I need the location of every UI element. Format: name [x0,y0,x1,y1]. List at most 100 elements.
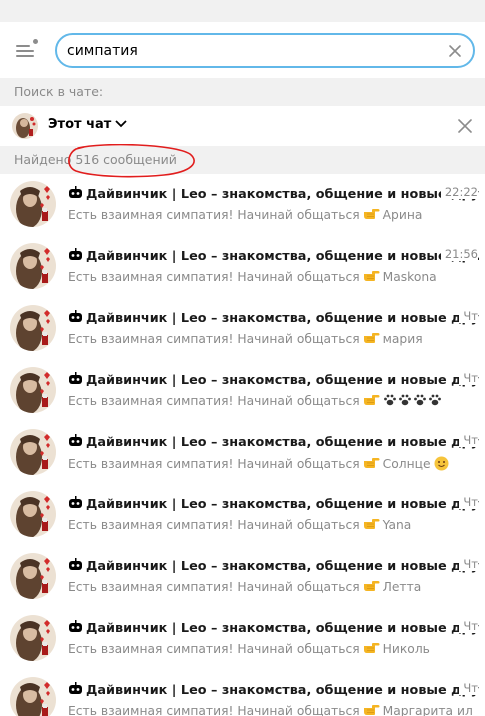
result-time: Чт [459,309,478,323]
result-preview-text: Есть взаимная симпатия! Начинай общаться [68,208,360,222]
result-title-row: Дайвинчик | Leo – знакомства, общение и … [68,369,479,387]
result-time: Чт [459,681,478,695]
result-time: Чт [459,433,478,447]
result-title-row: Дайвинчик | Leo – знакомства, общение и … [68,431,479,449]
result-preview: Есть взаимная симпатия! Начинай общаться… [68,518,473,532]
result-sender: Николь [382,642,430,656]
result-title-row: Дайвинчик | Leo – знакомства, общение и … [68,617,479,635]
pointing-hand-emoji [363,333,380,343]
search-result-item[interactable]: Дайвинчик | Leo – знакомства, общение и … [0,236,485,298]
pointing-hand-emoji [363,705,380,715]
avatar [10,305,56,351]
result-preview-text: Есть взаимная симпатия! Начинай общаться [68,704,360,716]
pointing-hand-emoji [363,519,380,529]
top-strip [0,0,485,22]
result-title: Дайвинчик | Leo – знакомства, общение и … [86,621,479,635]
paw-emoji [398,394,411,406]
avatar [10,553,56,599]
search-box [55,33,475,68]
chat-filter-row: Этот чат [0,106,485,146]
result-time: Чт [459,495,478,509]
avatar [10,181,56,227]
result-title-row: Дайвинчик | Leo – знакомства, общение и … [68,679,479,697]
result-preview-text: Есть взаимная симпатия! Начинай общаться [68,332,360,346]
bot-icon [69,558,82,570]
bot-icon [69,372,82,384]
result-title-row: Дайвинчик | Leo – знакомства, общение и … [68,493,479,511]
found-count: 516 сообщений [75,152,177,167]
avatar [10,367,56,413]
pointing-hand-emoji [363,271,380,281]
result-sender: Летта [382,580,422,594]
bot-icon [69,248,82,260]
notification-dot [33,39,38,44]
chat-filter-dropdown[interactable]: Этот чат [48,117,127,132]
result-preview-text: Есть взаимная симпатия! Начинай общаться [68,394,360,408]
pointing-hand-emoji [363,581,380,591]
result-preview-text: Есть взаимная симпатия! Начинай общаться [68,270,360,284]
result-title: Дайвинчик | Leo – знакомства, общение и … [86,311,479,325]
result-title-row: Дайвинчик | Leo – знакомства, общение и … [68,307,479,325]
bot-icon [69,186,82,198]
search-clear-icon[interactable] [446,42,464,60]
result-sender: Maskona [382,270,437,284]
result-title: Дайвинчик | Leo – знакомства, общение и … [86,497,479,511]
result-preview: Есть взаимная симпатия! Начинай общаться… [68,704,473,716]
result-title: Дайвинчик | Leo – знакомства, общение и … [86,249,479,263]
pointing-hand-emoji [363,209,380,219]
search-result-item[interactable]: Дайвинчик | Leo – знакомства, общение и … [0,670,485,716]
avatar [10,491,56,537]
result-title: Дайвинчик | Leo – знакомства, общение и … [86,683,479,697]
chat-filter-label: Этот чат [48,117,112,132]
result-preview-text: Есть взаимная симпатия! Начинай общаться [68,457,360,471]
search-in-chat-label: Поиск в чате: [0,78,485,106]
paw-emoji [428,394,441,406]
search-input[interactable] [67,40,437,62]
close-icon[interactable] [457,118,473,134]
pointing-hand-emoji [363,458,380,468]
results-list: Дайвинчик | Leo – знакомства, общение и … [0,174,485,716]
search-result-item[interactable]: Дайвинчик | Leo – знакомства, общение и … [0,174,485,236]
search-result-item[interactable]: Дайвинчик | Leo – знакомства, общение и … [0,360,485,422]
result-sender: Yana [382,518,412,532]
avatar [10,243,56,289]
found-count-label: Найдено 516 сообщений [0,146,485,174]
search-result-item[interactable]: Дайвинчик | Leo – знакомства, общение и … [0,608,485,670]
smile-emoji [434,456,449,471]
search-bar [0,22,485,78]
menu-button[interactable] [16,39,38,58]
pointing-hand-emoji [363,395,380,405]
found-prefix: Найдено [14,152,72,167]
chat-avatar [12,113,38,139]
result-time: Чт [459,371,478,385]
bot-icon [69,496,82,508]
result-sender: Арина [382,208,423,222]
result-preview-text: Есть взаимная симпатия! Начинай общаться [68,518,360,532]
result-sender: Маргарита или [382,704,473,716]
result-preview: Есть взаимная симпатия! Начинай общаться… [68,456,473,471]
result-preview: Есть взаимная симпатия! Начинай общаться [68,394,473,408]
avatar [10,615,56,661]
result-title-row: Дайвинчик | Leo – знакомства, общение и … [68,245,479,263]
search-in-chat-text: Поиск в чате: [14,84,104,99]
search-result-item[interactable]: Дайвинчик | Leo – знакомства, общение и … [0,484,485,546]
result-title: Дайвинчик | Leo – знакомства, общение и … [86,559,479,573]
result-preview: Есть взаимная симпатия! Начинай общаться… [68,270,473,284]
menu-icon [16,45,30,47]
search-result-item[interactable]: Дайвинчик | Leo – знакомства, общение и … [0,422,485,484]
result-preview: Есть взаимная симпатия! Начинай общаться… [68,580,473,594]
result-title: Дайвинчик | Leo – знакомства, общение и … [86,373,479,387]
bot-icon [69,620,82,632]
bot-icon [69,434,82,446]
search-result-item[interactable]: Дайвинчик | Leo – знакомства, общение и … [0,546,485,608]
result-sender: мария [382,332,423,346]
search-result-item[interactable]: Дайвинчик | Leo – знакомства, общение и … [0,298,485,360]
paw-emoji [413,394,426,406]
avatar [10,677,56,716]
result-time: Чт [459,619,478,633]
chevron-down-icon [115,117,127,132]
result-title-row: Дайвинчик | Leo – знакомства, общение и … [68,183,479,201]
paw-emoji [383,394,396,406]
result-title: Дайвинчик | Leo – знакомства, общение и … [86,187,479,201]
pointing-hand-emoji [363,643,380,653]
